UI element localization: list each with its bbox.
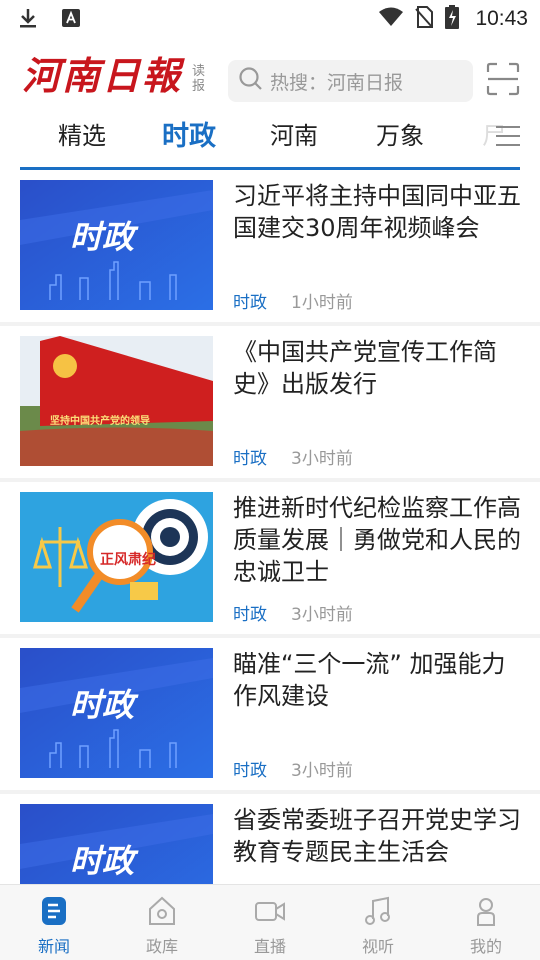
news-category: 时政 — [233, 605, 267, 625]
news-time: 3小时前 — [291, 449, 353, 469]
tab-wanxiang[interactable]: 万象 — [376, 116, 424, 151]
home-icon — [146, 895, 178, 927]
search-icon — [238, 66, 264, 96]
app-header: 河南日報 读 报 热搜：河南日报 — [0, 48, 540, 112]
nav-label: 直播 — [253, 937, 286, 956]
scan-icon — [486, 62, 520, 100]
nav-label: 新闻 — [37, 937, 70, 956]
news-item[interactable]: 时政 瞄准“三个一流” 加强能力作风建设 时政 3小时前 — [0, 638, 540, 794]
status-bar: 10:43 — [0, 0, 540, 36]
news-time: 1小时前 — [291, 293, 353, 313]
nav-news[interactable]: 新闻 — [0, 885, 108, 960]
nav-label: 政库 — [145, 937, 178, 956]
battery-charging-icon — [445, 5, 460, 33]
no-sim-icon — [415, 6, 434, 32]
nav-label: 我的 — [469, 937, 502, 956]
thumbnail-text: 坚持中国共产党的领导 — [50, 414, 150, 427]
tab-henan[interactable]: 河南 — [270, 116, 318, 151]
tab-shizheng[interactable]: 时政 — [162, 114, 216, 153]
nav-zhengku[interactable]: 政库 — [108, 885, 216, 960]
news-time: 3小时前 — [291, 761, 353, 781]
news-icon — [38, 895, 70, 927]
text-notification-icon — [62, 9, 80, 31]
thumbnail-text: 时政 — [70, 218, 139, 256]
music-note-icon — [362, 895, 394, 927]
logo-text: 河南日報 — [22, 53, 183, 98]
news-item[interactable]: 坚持中国共产党的领导 《中国共产党宣传工作简史》出版发行 时政 3小时前 — [0, 326, 540, 482]
news-thumbnail: 正风肃纪 — [20, 492, 213, 622]
thumbnail-text: 时政 — [70, 842, 139, 880]
news-title[interactable]: 《中国共产党宣传工作简史》出版发行 — [233, 336, 528, 400]
news-category: 时政 — [233, 761, 267, 781]
news-thumbnail: 时政 — [20, 648, 213, 778]
nav-audio-video[interactable]: 视听 — [324, 885, 432, 960]
scan-button[interactable] — [486, 62, 520, 96]
video-camera-icon — [254, 895, 286, 927]
nav-label: 视听 — [361, 937, 394, 956]
channel-menu-button[interactable] — [494, 122, 522, 150]
news-time: 3小时前 — [291, 605, 353, 625]
news-title[interactable]: 推进新时代纪检监察工作高质量发展｜勇做党和人民的忠诚卫士 — [233, 492, 528, 588]
news-title[interactable]: 瞄准“三个一流” 加强能力作风建设 — [233, 648, 528, 712]
news-category: 时政 — [233, 449, 267, 469]
download-icon — [18, 7, 38, 33]
thumbnail-text: 正风肃纪 — [100, 551, 156, 568]
hamburger-menu-icon — [494, 126, 522, 154]
bottom-navigation: 新闻 政库 直播 视听 我的 — [0, 884, 540, 960]
user-icon — [470, 895, 502, 927]
nav-profile[interactable]: 我的 — [432, 885, 540, 960]
search-placeholder: 热搜：河南日报 — [270, 71, 404, 94]
news-category: 时政 — [233, 293, 267, 313]
news-thumbnail: 坚持中国共产党的领导 — [20, 336, 213, 466]
news-title[interactable]: 省委常委班子召开党史学习教育专题民主生活会 — [233, 804, 528, 868]
news-title[interactable]: 习近平将主持中国同中亚五国建交30周年视频峰会 — [233, 180, 528, 244]
app-logo: 河南日報 读 报 — [22, 54, 205, 98]
search-input[interactable]: 热搜：河南日报 — [228, 60, 473, 102]
clock: 10:43 — [475, 7, 528, 30]
category-tabs: 精选 时政 河南 万象 尸 — [20, 112, 520, 170]
logo-subtitle: 读 报 — [192, 64, 206, 94]
news-thumbnail: 时政 — [20, 180, 213, 310]
news-list: 时政 习近平将主持中国同中亚五国建交30周年视频峰会 时政 1小时前 坚持中国共… — [0, 170, 540, 950]
news-item[interactable]: 时政 习近平将主持中国同中亚五国建交30周年视频峰会 时政 1小时前 — [0, 170, 540, 326]
thumbnail-text: 时政 — [70, 686, 139, 724]
wifi-icon — [379, 7, 404, 31]
nav-live[interactable]: 直播 — [216, 885, 324, 960]
tab-jingxuan[interactable]: 精选 — [58, 116, 106, 151]
news-item[interactable]: 正风肃纪 推进新时代纪检监察工作高质量发展｜勇做党和人民的忠诚卫士 时政 3小时… — [0, 482, 540, 638]
